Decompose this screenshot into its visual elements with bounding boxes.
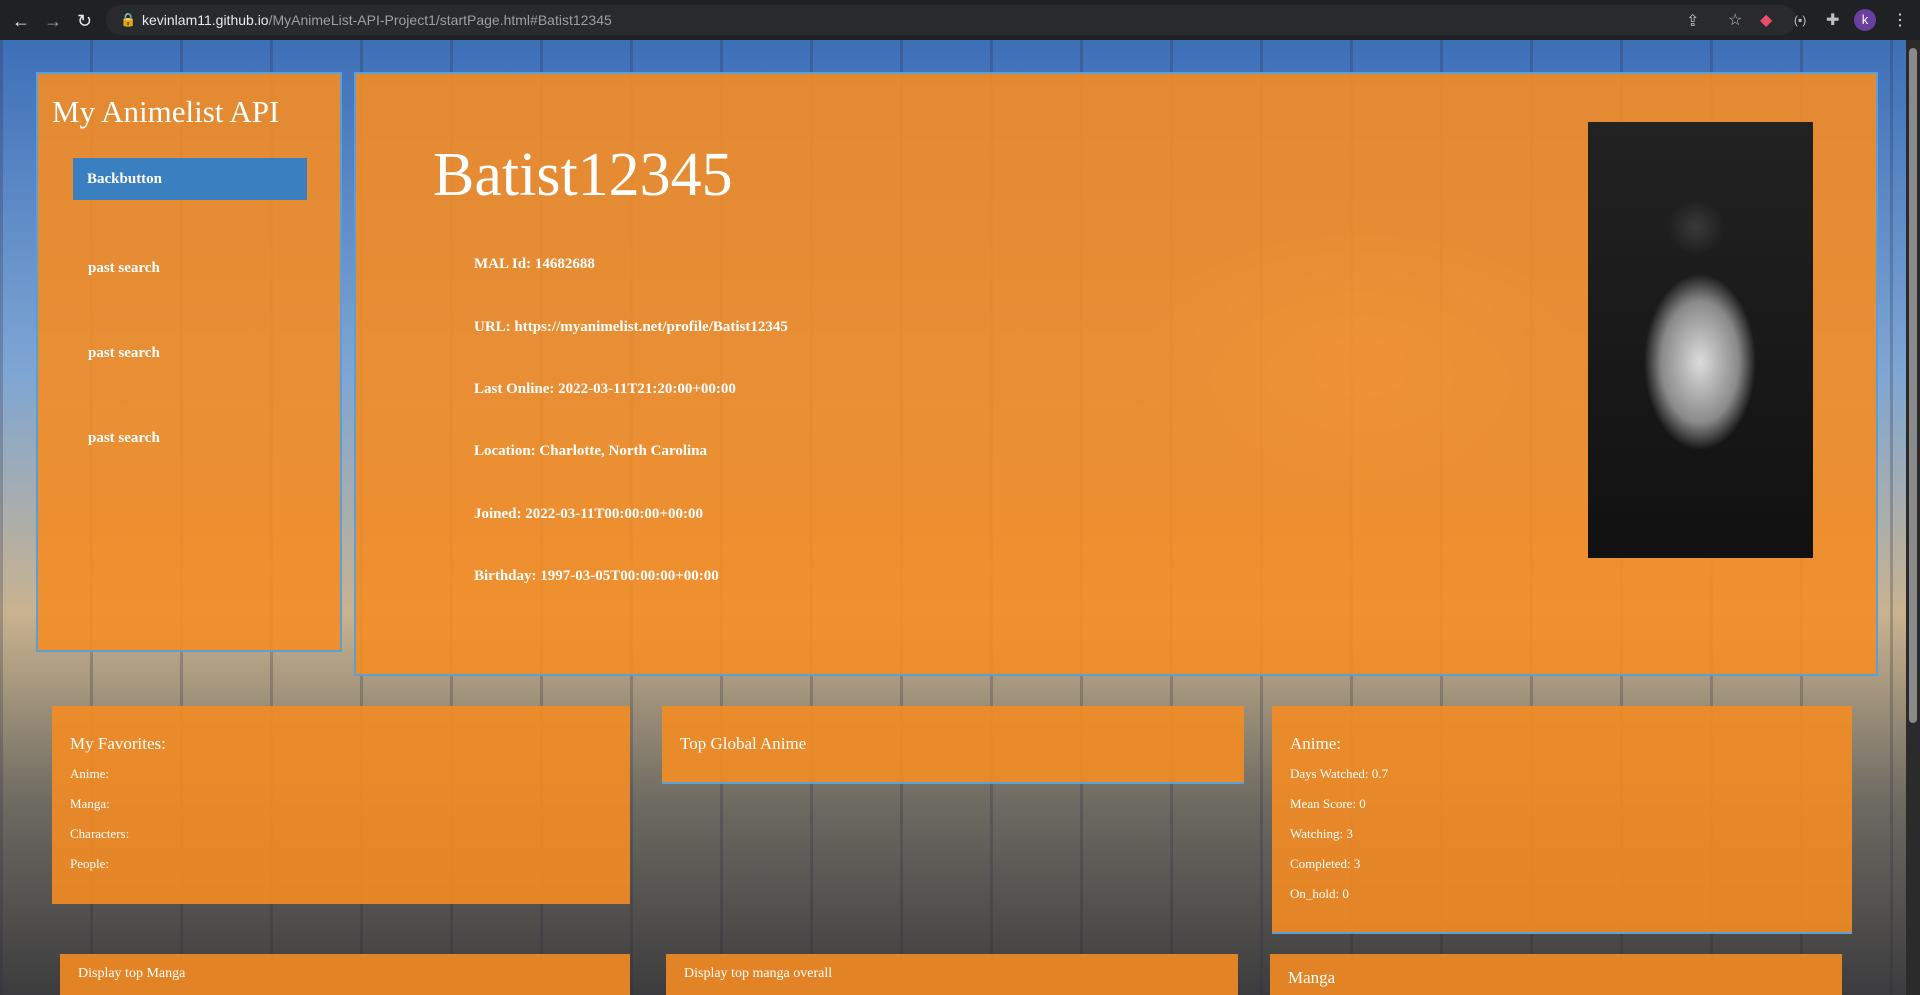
profile-avatar[interactable]: k [1854,9,1876,31]
page-background: My Animelist API Backbutton past search … [0,40,1906,995]
manga-stats-card: Manga [1270,954,1842,995]
favorites-title: My Favorites: [70,734,166,753]
favorite-anime: Anime: [70,766,109,781]
share-icon[interactable]: ⇪ [1686,11,1699,31]
puzzle-icon[interactable]: ✚ [1826,10,1839,30]
sidebar-card: My Animelist API Backbutton past search … [36,72,342,652]
top-global-anime-title: Top Global Anime [680,734,807,753]
completed-count: Completed: 3 [1290,856,1361,871]
lock-icon: 🔒 [120,12,137,27]
favorite-manga: Manga: [70,796,110,811]
extension-icon[interactable]: ◆ [1760,10,1772,30]
profile-photo [1588,122,1813,558]
top-manga-overall-card: Display top manga overall [666,954,1238,995]
address-bar[interactable]: 🔒 kevinlam11.github.io/MyAnimeList-API-P… [106,5,1796,35]
bookmark-star-icon[interactable]: ☆ [1728,10,1742,30]
birthday: Birthday: 1997-03-05T00:00:00+00:00 [474,568,719,584]
joined-date: Joined: 2022-03-11T00:00:00+00:00 [474,506,703,522]
back-arrow-icon[interactable]: ← [12,11,30,32]
mean-score: Mean Score: 0 [1290,796,1366,811]
anime-stats-card: Anime: Days Watched: 0.7 Mean Score: 0 W… [1272,706,1852,934]
extension-icon-2[interactable]: (▪) [1794,13,1806,27]
page-scrollbar[interactable] [1906,40,1920,995]
browser-toolbar: ← → ↻ 🔒 kevinlam11.github.io/MyAnimeList… [0,0,1920,40]
past-search-link-2[interactable]: past search [88,345,160,362]
url-text: kevinlam11.github.io/MyAnimeList-API-Pro… [142,12,612,28]
profile-username: Batist12345 [433,141,733,209]
back-button[interactable]: Backbutton [73,158,307,200]
profile-card: Batist12345 MAL Id: 14682688 URL: https:… [354,72,1878,676]
past-search-link-3[interactable]: past search [88,430,160,447]
kebab-menu-icon[interactable]: ⋮ [1892,10,1908,30]
favorite-people: People: [70,856,109,871]
forward-arrow-icon[interactable]: → [44,11,62,32]
reload-icon[interactable]: ↻ [77,11,92,32]
anime-stats-title: Anime: [1290,734,1341,753]
top-global-anime-card: Top Global Anime [662,706,1244,784]
app-title: My Animelist API [52,94,280,129]
top-manga-card: Display top Manga [60,954,630,995]
manga-stats-title: Manga [1288,968,1336,987]
scrollbar-thumb[interactable] [1909,48,1917,723]
mal-id: MAL Id: 14682688 [474,256,595,272]
last-online: Last Online: 2022-03-11T21:20:00+00:00 [474,381,736,397]
profile-url: URL: https://myanimelist.net/profile/Bat… [474,319,788,335]
on-hold-count: On_hold: 0 [1290,886,1349,901]
display-top-manga-label: Display top Manga [78,966,186,981]
location: Location: Charlotte, North Carolina [474,443,708,459]
days-watched: Days Watched: 0.7 [1290,766,1388,781]
past-search-link-1[interactable]: past search [88,260,160,277]
watching-count: Watching: 3 [1290,826,1353,841]
favorites-card: My Favorites: Anime: Manga: Characters: … [52,706,630,904]
display-top-manga-overall-label: Display top manga overall [684,966,833,981]
favorite-characters: Characters: [70,826,130,841]
